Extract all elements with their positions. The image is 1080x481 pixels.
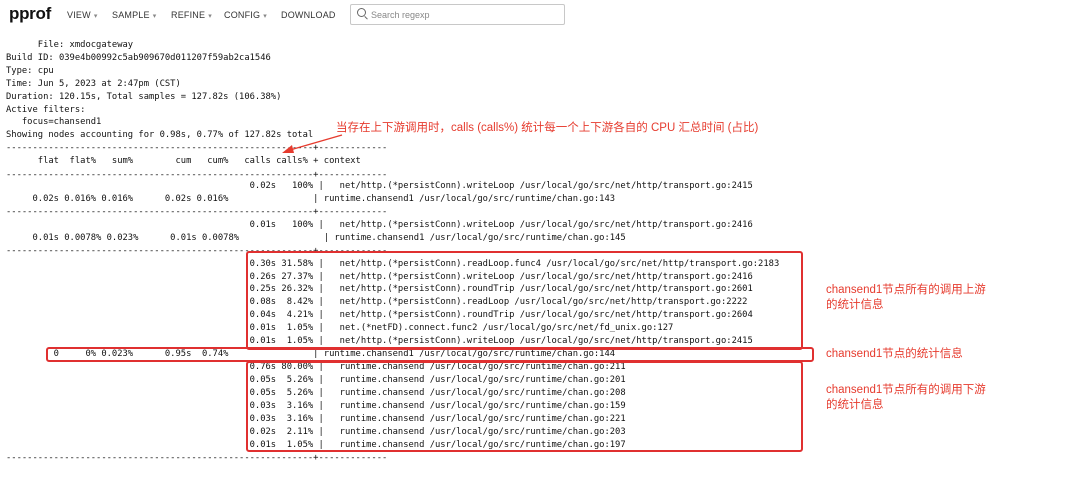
calls-annotation: 当存在上下游调用时，calls (calls%) 统计每一个上下游各自的 CPU… xyxy=(336,122,759,134)
table-row: 0.01s 100% | net/http.(*persistConn).wri… xyxy=(6,220,753,230)
search-icon xyxy=(357,8,366,17)
focus-filter: focus=chansend1 xyxy=(6,117,102,127)
upstream-annotation-line1: chansend1节点所有的调用上游 xyxy=(826,284,986,296)
file-info: File: xmdocgateway xyxy=(6,40,134,50)
menu-view[interactable]: VIEW ▾ xyxy=(67,10,98,20)
table-row: 0.02s 100% | net/http.(*persistConn).wri… xyxy=(6,181,753,191)
table-row: 0.02s 0.016% 0.016% 0.02s 0.016% | runti… xyxy=(6,194,616,204)
node-highlight-box xyxy=(46,347,814,362)
menu-config-label: CONFIG xyxy=(224,10,261,20)
upstream-highlight-box xyxy=(246,251,803,350)
menu-refine[interactable]: REFINE ▾ xyxy=(171,10,212,20)
separator: ----------------------------------------… xyxy=(6,453,388,463)
showing-nodes: Showing nodes accounting for 0.98s, 0.77… xyxy=(6,130,314,140)
separator: ----------------------------------------… xyxy=(6,170,388,180)
search-input[interactable] xyxy=(371,6,556,23)
chevron-down-icon: ▾ xyxy=(152,13,157,20)
separator: ----------------------------------------… xyxy=(6,207,388,217)
build-id: Build ID: 039e4b00992c5ab909670d011207f5… xyxy=(6,53,271,63)
menu-download[interactable]: DOWNLOAD xyxy=(281,10,336,20)
profile-duration: Duration: 120.15s, Total samples = 127.8… xyxy=(6,92,282,102)
menu-sample-label: SAMPLE xyxy=(112,10,150,20)
chevron-down-icon: ▾ xyxy=(93,13,98,20)
upstream-annotation-line2: 的统计信息 xyxy=(826,299,884,311)
menu-download-label: DOWNLOAD xyxy=(281,10,336,20)
search-box[interactable] xyxy=(350,4,565,25)
annotation-arrow-icon xyxy=(282,134,343,153)
downstream-annotation-line1: chansend1节点所有的调用下游 xyxy=(826,384,986,396)
top-bar: pprof VIEW ▾ SAMPLE ▾ REFINE ▾ CONFIG ▾ DOWN… xyxy=(0,0,1080,32)
pprof-logo[interactable]: pprof xyxy=(9,4,51,24)
menu-sample[interactable]: SAMPLE ▾ xyxy=(112,10,156,20)
menu-config[interactable]: CONFIG ▾ xyxy=(224,10,267,20)
downstream-highlight-box xyxy=(246,361,803,452)
chevron-down-icon: ▾ xyxy=(263,13,267,20)
chevron-down-icon: ▾ xyxy=(208,13,212,20)
menu-refine-label: REFINE xyxy=(171,10,206,20)
profile-type: Type: cpu xyxy=(6,66,54,76)
active-filters-label: Active filters: xyxy=(6,105,86,115)
profile-time: Time: Jun 5, 2023 at 2:47pm (CST) xyxy=(6,79,181,89)
node-annotation: chansend1节点的统计信息 xyxy=(826,348,963,360)
table-row: 0.01s 0.0078% 0.023% 0.01s 0.0078% | run… xyxy=(6,233,626,243)
menu-view-label: VIEW xyxy=(67,10,91,20)
downstream-annotation-line2: 的统计信息 xyxy=(826,399,884,411)
